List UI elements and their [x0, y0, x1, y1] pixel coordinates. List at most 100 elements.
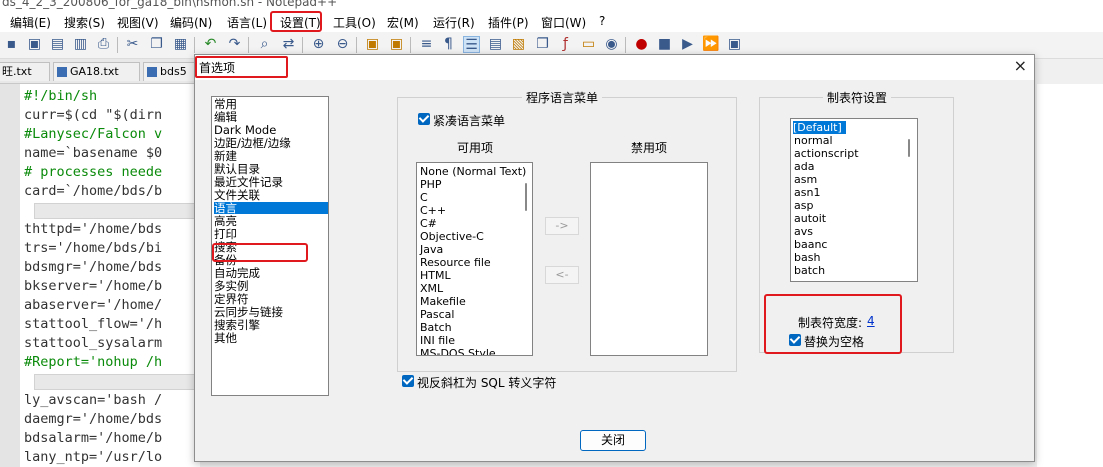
category-item[interactable]: 定界符	[214, 293, 328, 305]
stop-macro-icon[interactable]: ■	[656, 36, 673, 53]
paste-icon[interactable]: ▦	[172, 36, 189, 53]
tab-language-list[interactable]: [Default] normal actionscript ada asm asn1 asp…	[790, 118, 918, 282]
scrollbar-thumb[interactable]	[908, 139, 910, 157]
available-language-item[interactable]: MS-DOS Style	[420, 347, 496, 355]
play-macro-icon[interactable]: ▶	[679, 36, 696, 53]
undo-icon[interactable]: ↶	[202, 36, 219, 53]
function-list-icon[interactable]: ƒ	[557, 36, 574, 53]
find-icon[interactable]: ⌕	[256, 36, 273, 53]
close-button[interactable]: 关闭	[580, 430, 646, 451]
tab-language-item[interactable]: [Default]	[793, 121, 846, 134]
sync-v-icon[interactable]: ▣	[364, 36, 381, 53]
close-icon[interactable]: ×	[1014, 58, 1027, 74]
redo-icon[interactable]: ↷	[226, 36, 243, 53]
udl-icon[interactable]: ▤	[487, 36, 504, 53]
zoom-in-icon[interactable]: ⊕	[310, 36, 327, 53]
menu-view[interactable]: 视图(V)	[117, 14, 159, 31]
save-all-icon[interactable]: ▣	[26, 36, 43, 53]
available-language-item[interactable]: C++	[420, 204, 446, 217]
category-item[interactable]: 常用	[214, 98, 328, 110]
compact-menu-checkbox[interactable]	[418, 113, 430, 125]
menu-edit[interactable]: 编辑(E)	[10, 14, 51, 31]
doc-map-icon[interactable]: ▧	[510, 36, 527, 53]
show-all-chars-icon[interactable]: ¶	[440, 36, 457, 53]
category-item[interactable]: 边距/边框/边缘	[214, 137, 328, 149]
move-left-button[interactable]: <-	[545, 266, 579, 284]
menu-macro[interactable]: 宏(M)	[387, 14, 419, 31]
available-language-item[interactable]: Pascal	[420, 308, 454, 321]
file-tab[interactable]: GA18.txt	[53, 62, 140, 81]
replace-icon[interactable]: ⇄	[280, 36, 297, 53]
category-item[interactable]: 多实例	[214, 280, 328, 292]
tab-language-item[interactable]: actionscript	[794, 147, 859, 160]
zoom-out-icon[interactable]: ⊖	[334, 36, 351, 53]
category-item[interactable]: 云同步与链接	[214, 306, 328, 318]
available-language-list[interactable]: None (Normal Text) PHP C C++ C# Objective-C Ja…	[416, 162, 533, 356]
available-language-item[interactable]: PHP	[420, 178, 442, 191]
close-file-icon[interactable]: ▤	[49, 36, 66, 53]
record-macro-icon[interactable]: ●	[633, 36, 650, 53]
category-item[interactable]: 搜索引擎	[214, 319, 328, 331]
menu-language[interactable]: 语言(L)	[227, 14, 267, 31]
tab-language-item[interactable]: baanc	[794, 238, 827, 251]
available-language-item[interactable]: XML	[420, 282, 443, 295]
category-item[interactable]: 文件关联	[214, 189, 328, 201]
save-icon[interactable]: ▪	[3, 36, 20, 53]
category-item[interactable]: Dark Mode	[214, 124, 328, 136]
monitoring-icon[interactable]: ◉	[603, 36, 620, 53]
menu-tools[interactable]: 工具(O)	[333, 14, 376, 31]
save-macro-icon[interactable]: ▣	[726, 36, 743, 53]
move-right-button[interactable]: ->	[545, 217, 579, 235]
copy-icon[interactable]: ❐	[148, 36, 165, 53]
word-wrap-icon[interactable]: ≡	[418, 36, 435, 53]
file-tab[interactable]: bds5	[143, 62, 200, 81]
category-item[interactable]: 打印	[214, 228, 328, 240]
category-item[interactable]: 新建	[214, 150, 328, 162]
folder-workspace-icon[interactable]: ▭	[580, 36, 597, 53]
cut-icon[interactable]: ✂	[124, 36, 141, 53]
editor-pane[interactable]: #!/bin/sh curr=$(cd "$(dirn #Lanysec/Falco…	[0, 84, 200, 467]
available-language-item[interactable]: Objective-C	[420, 230, 484, 243]
tab-language-item[interactable]: autoit	[794, 212, 826, 225]
available-language-item[interactable]: Makefile	[420, 295, 466, 308]
tab-language-item[interactable]: normal	[794, 134, 833, 147]
available-language-item[interactable]: INI file	[420, 334, 455, 347]
tab-language-item[interactable]: batch	[794, 264, 825, 277]
available-language-item[interactable]: Batch	[420, 321, 452, 334]
category-item[interactable]: 高亮	[214, 215, 328, 227]
sql-escape-checkbox[interactable]	[402, 375, 414, 387]
tab-language-item[interactable]: ada	[794, 160, 814, 173]
doc-list-icon[interactable]: ❐	[534, 36, 551, 53]
tab-language-item[interactable]: avs	[794, 225, 813, 238]
available-language-item[interactable]: None (Normal Text)	[420, 165, 526, 178]
available-language-item[interactable]: C	[420, 191, 428, 204]
available-language-item[interactable]: C#	[420, 217, 437, 230]
category-item[interactable]: 其他	[214, 332, 328, 344]
menu-search[interactable]: 搜索(S)	[64, 14, 105, 31]
tab-language-item[interactable]: bash	[794, 251, 820, 264]
category-list[interactable]: 常用 编辑 Dark Mode 边距/边框/边缘 新建 默认目录 最近文件记录 文件关联 语言高…	[211, 96, 329, 396]
indent-guide-icon[interactable]: ☰	[463, 36, 480, 53]
category-item[interactable]: 最近文件记录	[214, 176, 328, 188]
available-language-item[interactable]: Java	[420, 243, 443, 256]
menu-encoding[interactable]: 编码(N)	[170, 14, 212, 31]
available-language-item[interactable]: HTML	[420, 269, 451, 282]
print-icon[interactable]: ⎙	[95, 36, 112, 53]
disabled-language-list[interactable]	[590, 162, 708, 356]
sync-h-icon[interactable]: ▣	[388, 36, 405, 53]
menu-plugins[interactable]: 插件(P)	[488, 14, 529, 31]
tab-language-item[interactable]: asm	[794, 173, 817, 186]
category-item[interactable]: 编辑	[214, 111, 328, 123]
file-tab[interactable]: 旺.txt	[0, 62, 50, 81]
tab-language-item[interactable]: asn1	[794, 186, 820, 199]
run-macro-multiple-icon[interactable]: ⏩	[702, 36, 719, 53]
category-item[interactable]: 默认目录	[214, 163, 328, 175]
menu-help[interactable]: ?	[599, 14, 605, 28]
menu-window[interactable]: 窗口(W)	[541, 14, 586, 31]
category-item[interactable]: 自动完成	[214, 267, 328, 279]
close-all-icon[interactable]: ▥	[72, 36, 89, 53]
available-language-item[interactable]: Resource file	[420, 256, 491, 269]
scrollbar-thumb[interactable]	[525, 183, 527, 211]
category-item[interactable]: 语言	[214, 202, 328, 214]
menu-run[interactable]: 运行(R)	[433, 14, 475, 31]
